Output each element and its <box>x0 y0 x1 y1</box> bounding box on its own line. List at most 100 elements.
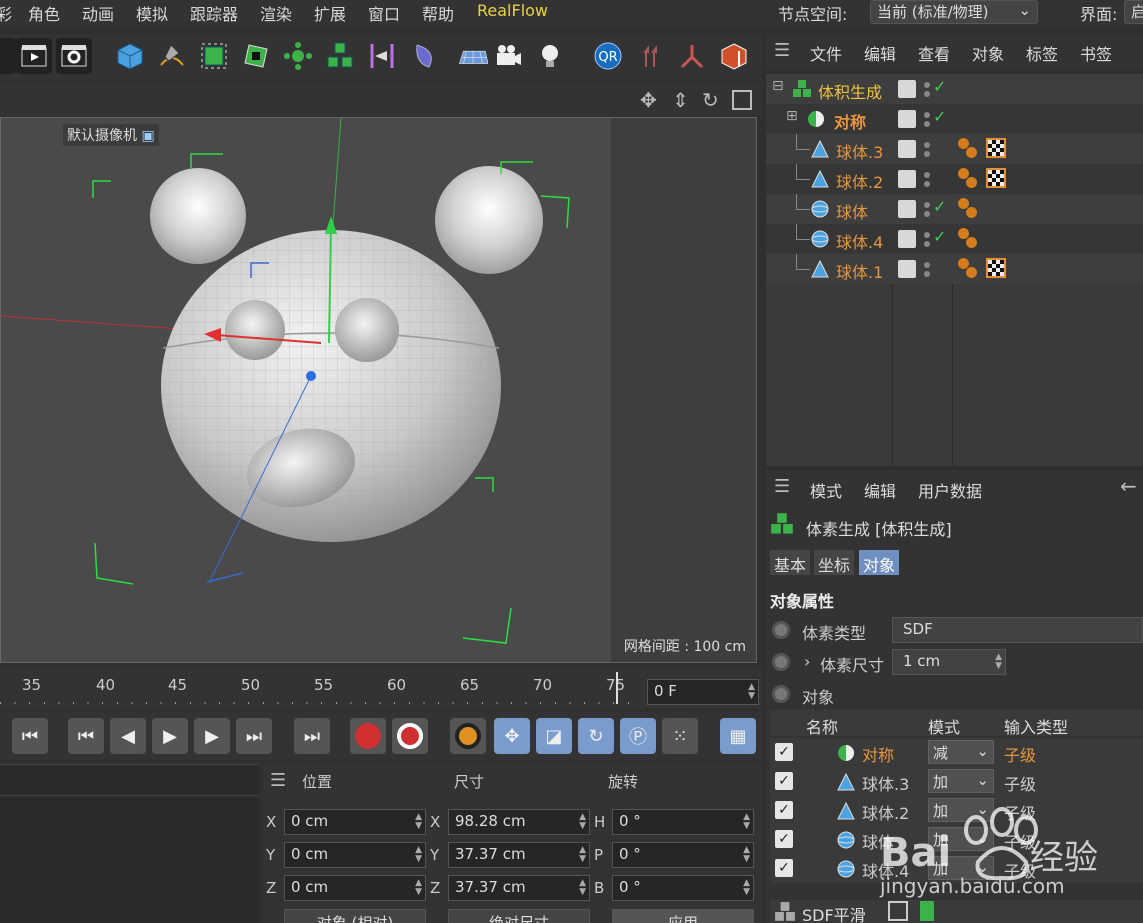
om-menu-file[interactable]: 文件 <box>810 41 842 65</box>
go-to-start-button[interactable]: ⏮ <box>12 718 48 754</box>
menu-item-simulate[interactable]: 模拟 <box>136 1 168 25</box>
3d-viewport[interactable]: 默认摄像机 ▣ 网格间距 : 100 cm <box>0 117 757 663</box>
field-icon[interactable] <box>364 38 400 74</box>
keyframe-selection-icon[interactable] <box>450 718 486 754</box>
render-view-icon[interactable] <box>16 38 52 74</box>
visibility-editor-dot[interactable] <box>924 262 930 268</box>
menu-item-window[interactable]: 窗口 <box>368 1 400 25</box>
deformer-bend-icon[interactable] <box>406 38 442 74</box>
motion-plugin-icon[interactable] <box>632 38 668 74</box>
menu-item-0[interactable]: 彩 <box>0 1 12 25</box>
expand-chevron-icon[interactable]: › <box>804 652 810 671</box>
layer-flag[interactable] <box>898 140 916 158</box>
auto-key-button[interactable] <box>392 718 428 754</box>
visibility-render-dot[interactable] <box>924 91 930 97</box>
phong-tag-icon[interactable] <box>966 237 977 248</box>
mode-dropdown[interactable]: 减 ⌄ <box>928 740 994 764</box>
viewport-camera-label[interactable]: 默认摄像机 ▣ <box>63 124 159 146</box>
tab-object[interactable]: 对象 <box>859 550 900 575</box>
animate-radio[interactable] <box>772 621 790 639</box>
joint-icon[interactable] <box>674 38 710 74</box>
layer-flag[interactable] <box>898 110 916 128</box>
object-row[interactable]: 球体.1 <box>766 254 1143 284</box>
tab-basic[interactable]: 基本 <box>770 550 811 575</box>
render-settings-icon[interactable] <box>56 38 92 74</box>
menu-item-animation[interactable]: 动画 <box>82 1 114 25</box>
subdivision-icon[interactable] <box>196 38 232 74</box>
layer-flag[interactable] <box>898 230 916 248</box>
enabled-check-icon[interactable]: ✓ <box>933 197 946 216</box>
mograph-icon[interactable] <box>322 38 358 74</box>
size-mode-dropdown[interactable]: 绝对尺寸 <box>448 909 590 923</box>
move-view-icon[interactable]: ✥ <box>640 88 657 112</box>
am-menu-mode[interactable]: 模式 <box>810 478 842 502</box>
menu-item-render[interactable]: 渲染 <box>260 1 292 25</box>
spinner-icon[interactable]: ▲ ▼ <box>579 846 586 864</box>
spinner-icon[interactable]: ▲ ▼ <box>579 813 586 831</box>
column-mode[interactable]: 模式 <box>928 714 960 740</box>
menu-item-realflow[interactable]: RealFlow <box>477 1 548 20</box>
object-row[interactable]: ⊟ 体积生成 ✓ <box>766 74 1143 104</box>
menu-icon[interactable]: ☰ <box>270 770 286 791</box>
row-checkbox[interactable]: ✓ <box>775 830 793 848</box>
row-checkbox[interactable]: ✓ <box>775 801 793 819</box>
light-icon[interactable] <box>532 38 568 74</box>
voxel-type-dropdown[interactable]: SDF <box>892 617 1143 643</box>
material-tag-icon[interactable] <box>986 258 1006 278</box>
spinner-icon[interactable]: ▲ ▼ <box>579 879 586 897</box>
menu-item-help[interactable]: 帮助 <box>422 1 454 25</box>
menu-item-extensions[interactable]: 扩展 <box>314 1 346 25</box>
qr-plugin-icon[interactable]: QR <box>590 38 626 74</box>
om-menu-view[interactable]: 查看 <box>918 41 950 65</box>
visibility-editor-dot[interactable] <box>924 232 930 238</box>
visibility-editor-dot[interactable] <box>924 82 930 88</box>
size-z-field[interactable]: 37.37 cm ▲ ▼ <box>448 875 590 901</box>
menu-icon[interactable]: ☰ <box>774 476 790 497</box>
pos-x-field[interactable]: 0 cm ▲ ▼ <box>284 809 426 835</box>
rotate-view-icon[interactable]: ↻ <box>702 88 719 112</box>
om-menu-object[interactable]: 对象 <box>972 41 1004 65</box>
table-row[interactable]: ✓ 球体.3 加 ⌄ 子级 <box>770 767 1143 796</box>
param-key-icon[interactable]: Ⓟ <box>620 718 656 754</box>
layer-flag[interactable] <box>898 200 916 218</box>
menu-item-tracker[interactable]: 跟踪器 <box>190 1 238 25</box>
maximize-view-icon[interactable] <box>732 90 752 110</box>
visibility-render-dot[interactable] <box>924 211 930 217</box>
object-row[interactable]: 球体.3 <box>766 134 1143 164</box>
layer-flag[interactable] <box>898 260 916 278</box>
object-row[interactable]: ⊞ 对称 ✓ <box>766 104 1143 134</box>
enabled-check-icon[interactable]: ✓ <box>933 77 946 96</box>
spinner-icon[interactable]: ▲ ▼ <box>743 813 750 831</box>
material-tag-icon[interactable] <box>986 168 1006 188</box>
spinner-icon[interactable]: ▲ ▼ <box>743 879 750 897</box>
previous-key-button[interactable]: ⏮ <box>68 718 104 754</box>
interface-dropdown[interactable]: 启 <box>1124 0 1143 24</box>
phong-tag-icon[interactable] <box>966 147 977 158</box>
menu-item-character[interactable]: 角色 <box>28 1 60 25</box>
size-x-field[interactable]: 98.28 cm ▲ ▼ <box>448 809 590 835</box>
visibility-render-dot[interactable] <box>924 181 930 187</box>
spinner-icon[interactable]: ▲ ▼ <box>995 653 1002 671</box>
export-cube-icon[interactable] <box>716 38 752 74</box>
menu-icon[interactable]: ☰ <box>774 40 790 61</box>
visibility-editor-dot[interactable] <box>924 202 930 208</box>
om-menu-edit[interactable]: 编辑 <box>864 41 896 65</box>
camera-icon[interactable] <box>490 38 526 74</box>
phong-tag-icon[interactable] <box>966 177 977 188</box>
enabled-check-icon[interactable]: ✓ <box>933 107 946 126</box>
phong-tag-icon[interactable] <box>966 267 977 278</box>
go-to-end-button[interactable]: ⏭ <box>294 718 330 754</box>
size-y-field[interactable]: 37.37 cm ▲ ▼ <box>448 842 590 868</box>
dolly-view-icon[interactable]: ⇕ <box>672 88 689 112</box>
am-menu-userdata[interactable]: 用户数据 <box>918 478 982 502</box>
am-menu-edit[interactable]: 编辑 <box>864 478 896 502</box>
back-arrow-icon[interactable]: ← <box>1120 474 1137 498</box>
previous-frame-button[interactable]: ◀ <box>110 718 146 754</box>
column-name[interactable]: 名称 <box>806 714 838 740</box>
pos-y-field[interactable]: 0 cm ▲ ▼ <box>284 842 426 868</box>
row-checkbox[interactable]: ✓ <box>775 772 793 790</box>
table-row[interactable]: ✓ 对称 减 ⌄ 子级 <box>770 738 1143 767</box>
spinner-icon[interactable]: ▲ ▼ <box>415 813 422 831</box>
column-input-type[interactable]: 输入类型 <box>1004 714 1068 740</box>
record-key-button[interactable] <box>350 718 386 754</box>
